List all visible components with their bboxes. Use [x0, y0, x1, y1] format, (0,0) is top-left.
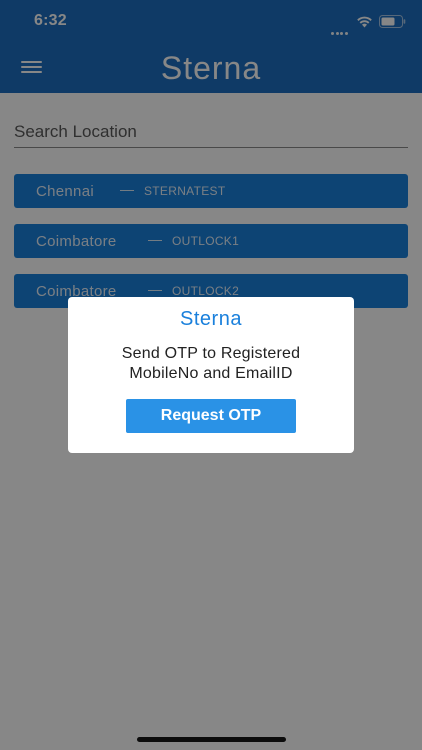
home-indicator[interactable]: [137, 737, 286, 742]
dialog-title: Sterna: [180, 308, 242, 330]
dialog-message-line: MobileNo and EmailID: [129, 365, 293, 382]
otp-dialog: Sterna Send OTP to Registered MobileNo a…: [68, 297, 354, 453]
dialog-message: Send OTP to Registered MobileNo and Emai…: [68, 344, 354, 384]
dialog-message-line: Send OTP to Registered: [121, 345, 301, 362]
request-otp-button[interactable]: Request OTP: [126, 399, 296, 433]
